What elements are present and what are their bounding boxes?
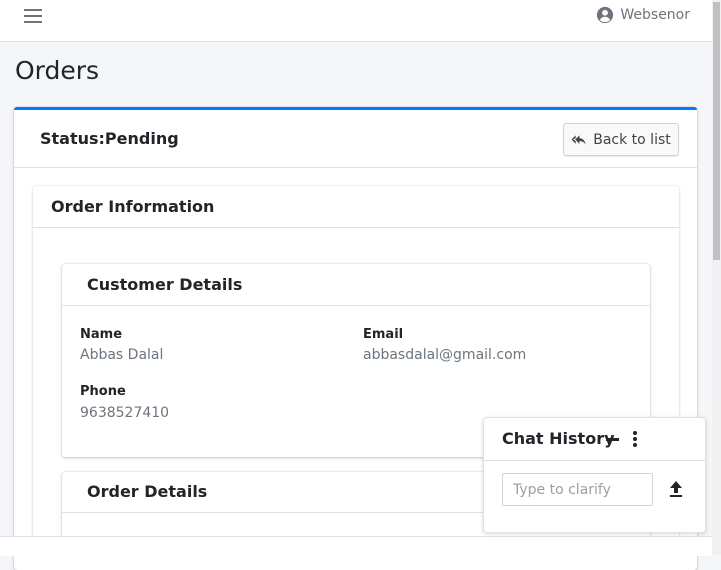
user-name: Websenor [620,7,690,23]
hamburger-menu-icon[interactable] [24,9,42,23]
upload-icon[interactable] [668,480,684,498]
back-to-list-label: Back to list [593,131,671,148]
chat-input[interactable] [502,473,653,506]
top-navbar: Websenor [0,0,712,42]
phone-label: Phone [80,384,126,399]
chat-title: Chat History [502,429,615,448]
minimize-icon[interactable] [606,438,619,441]
page-title: Orders [15,56,100,85]
user-menu[interactable]: Websenor [596,6,690,24]
name-value: Abbas Dalal [80,347,164,363]
user-circle-icon [597,6,614,24]
order-card-header: Status:Pending Back to list [14,110,697,168]
chat-widget: Chat History [483,417,706,533]
more-vertical-icon[interactable] [633,431,637,447]
back-to-list-button[interactable]: Back to list [563,123,679,156]
customer-details-title: Customer Details [87,275,243,294]
chat-header: Chat History [484,418,705,461]
reply-all-icon [571,134,586,144]
page-scrollbar[interactable] [712,0,721,555]
order-details-title: Order Details [87,482,208,501]
status-label: Status:Pending [40,129,179,148]
order-information-header: Order Information [33,186,679,228]
name-label: Name [80,327,123,342]
email-label: Email [363,327,404,342]
customer-details-header: Customer Details [62,264,650,306]
email-value: abbasdalal@gmail.com [363,347,527,363]
order-information-title: Order Information [51,197,215,216]
phone-value: 9638527410 [80,405,170,421]
footer [0,536,712,556]
scrollbar-thumb[interactable] [713,2,720,260]
